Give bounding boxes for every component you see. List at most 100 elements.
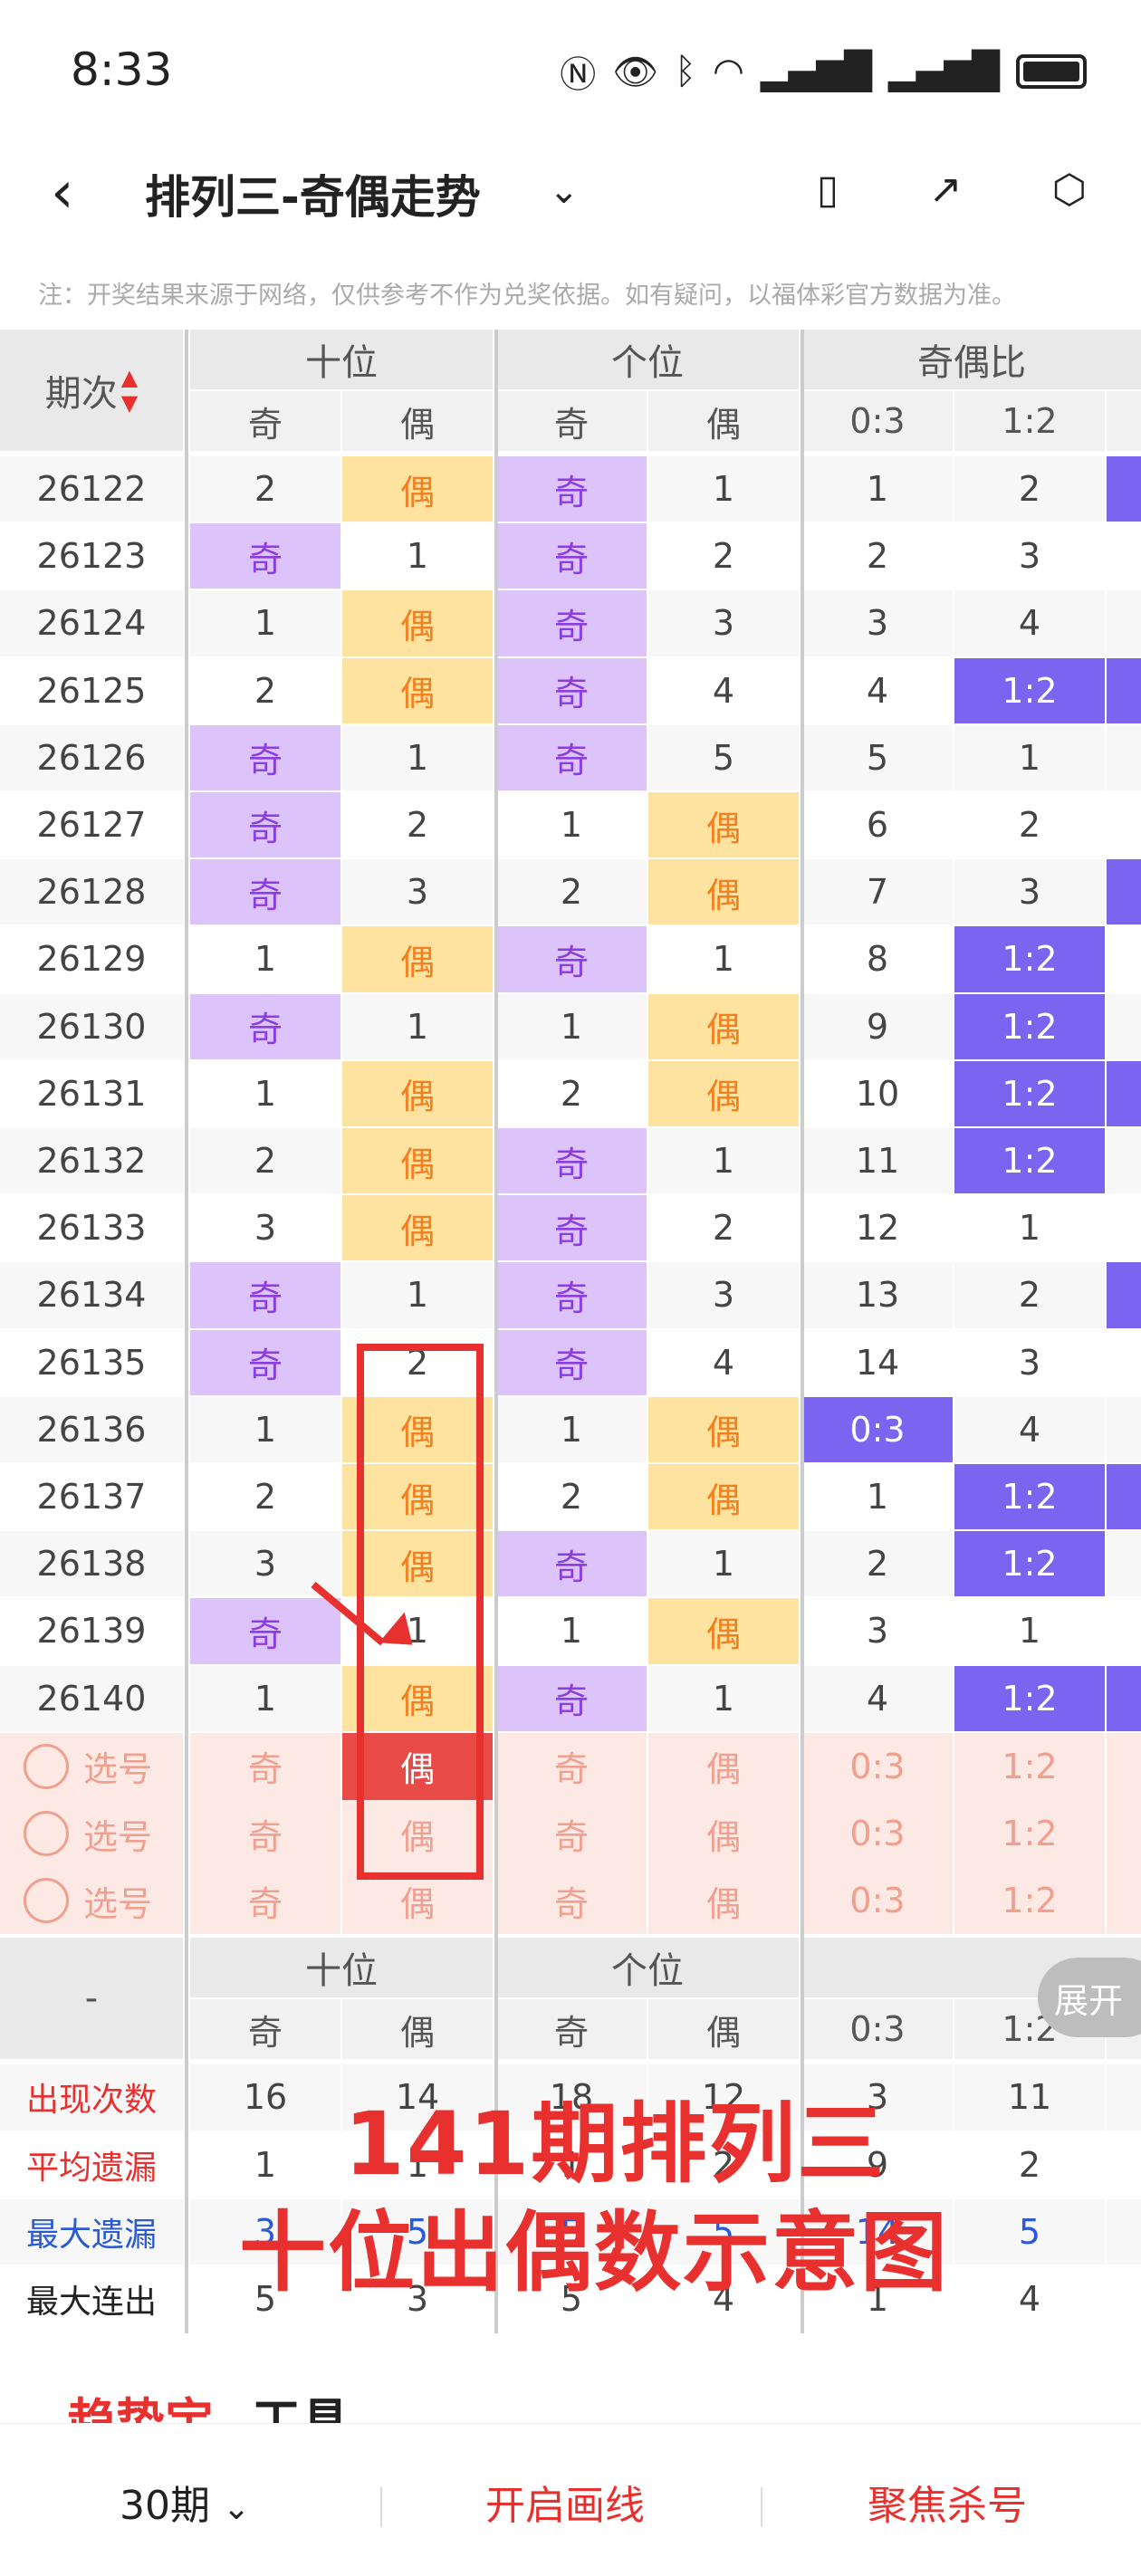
summary-cell-next — [1107, 2131, 1141, 2198]
expand-button[interactable]: 展开 — [1038, 1958, 1141, 2037]
draw-line-button[interactable]: 开启画线 — [485, 2473, 645, 2531]
select-cell[interactable]: 1:2 — [954, 1867, 1105, 1935]
select-cell-next[interactable] — [1107, 1867, 1141, 1935]
select-cell[interactable]: 奇 — [496, 1732, 647, 1800]
period-header[interactable]: 期次 ▲ ▼ — [0, 330, 183, 451]
table-cell: 奇 — [496, 456, 647, 522]
header-units: 个位 — [496, 330, 799, 389]
select-cell[interactable]: 1:2 — [954, 1800, 1105, 1868]
bluetooth-icon: ᛒ — [675, 51, 696, 92]
table-cell: 偶 — [648, 993, 799, 1059]
select-cell[interactable]: 0:3 — [802, 1867, 953, 1935]
table-cell-next — [1107, 993, 1141, 1059]
select-cell[interactable]: 偶 — [648, 1800, 799, 1868]
table-cell: 3 — [954, 1329, 1105, 1395]
select-cell[interactable]: 奇 — [190, 1800, 340, 1868]
select-cell[interactable]: 0:3 — [802, 1732, 953, 1800]
table-cell-next — [1107, 1665, 1141, 1731]
table-cell: 偶 — [342, 657, 493, 723]
table-cell: 1:2 — [954, 1531, 1105, 1597]
highlight-box — [357, 1344, 484, 1880]
eye-icon: 👁 — [612, 51, 658, 93]
select-cell[interactable]: 0:3 — [802, 1800, 953, 1868]
select-cell[interactable]: 奇 — [496, 1800, 647, 1868]
radio-icon[interactable] — [24, 1811, 69, 1857]
table-row-period: 26132 — [0, 1128, 183, 1194]
page-title[interactable]: 排列三-奇偶走势 — [145, 161, 481, 226]
select-cell[interactable]: 1:2 — [954, 1732, 1105, 1800]
table-cell: 1 — [342, 993, 493, 1059]
header-tens-odd: 奇 — [190, 391, 340, 451]
header-ratio-next — [1107, 391, 1141, 451]
select-cell[interactable]: 偶 — [648, 1732, 799, 1800]
header-tens-even: 偶 — [342, 391, 493, 451]
chevron-down-icon[interactable]: ⌄ — [549, 170, 580, 212]
table-cell: 1 — [802, 1464, 953, 1530]
table-cell: 奇 — [190, 993, 340, 1059]
back-icon[interactable]: ‹ — [51, 159, 74, 226]
table-cell: 2 — [802, 1531, 953, 1597]
table-cell: 4 — [648, 657, 799, 723]
table-cell: 2 — [802, 523, 953, 589]
select-cell[interactable]: 偶 — [648, 1867, 799, 1935]
select-cell[interactable]: 奇 — [496, 1867, 647, 1935]
table-cell: 1 — [648, 456, 799, 522]
select-cell[interactable]: 奇 — [190, 1867, 340, 1935]
table-cell: 奇 — [190, 1598, 340, 1664]
select-cell-next[interactable] — [1107, 1800, 1141, 1868]
disclaimer-notice: 注：开奖结果来源于网络，仅供参考不作为兑奖依据。如有疑问，以福体彩官方数据为准。 — [38, 282, 1016, 310]
table-cell: 4 — [954, 1396, 1105, 1462]
table-cell: 奇 — [190, 724, 340, 790]
summary-cell-next — [1107, 2266, 1141, 2332]
header-ratio-03: 0:3 — [802, 391, 953, 451]
share-icon[interactable]: ↗ — [922, 167, 969, 214]
table-cell: 偶 — [648, 859, 799, 925]
select-cell[interactable]: 奇 — [190, 1732, 340, 1800]
sort-icon[interactable]: ▲ ▼ — [121, 365, 138, 416]
table-cell: 奇 — [496, 1128, 647, 1194]
summary-dash: - — [0, 1938, 183, 2060]
table-cell: 偶 — [648, 1060, 799, 1126]
table-cell: 奇 — [190, 1262, 340, 1328]
table-row-period: 26122 — [0, 456, 183, 522]
table-cell: 1 — [342, 1262, 493, 1328]
phone-rotate-icon[interactable]: ▯ — [804, 167, 851, 214]
select-row-label[interactable]: 选号 — [0, 1800, 183, 1868]
table-cell-next — [1107, 859, 1141, 925]
settings-icon[interactable]: ⬡ — [1046, 167, 1093, 214]
select-row-label[interactable]: 选号 — [0, 1867, 183, 1935]
table-cell: 2 — [496, 859, 647, 925]
table-cell: 2 — [954, 792, 1105, 858]
table-cell: 12 — [802, 1195, 953, 1261]
radio-icon[interactable] — [24, 1743, 69, 1789]
table-cell: 奇 — [190, 792, 340, 858]
nfc-icon: Ⓝ — [560, 54, 597, 96]
table-row-period: 26138 — [0, 1531, 183, 1597]
period-select[interactable]: 30期 ⌄ — [120, 2473, 250, 2531]
summary-cell-next — [1107, 2064, 1141, 2131]
signal-icon: ▂▄▆█ — [760, 51, 872, 92]
radio-icon[interactable] — [24, 1878, 69, 1924]
table-cell: 1 — [190, 1665, 340, 1731]
table-cell: 偶 — [648, 1598, 799, 1664]
table-cell-next — [1107, 1464, 1141, 1530]
table-cell: 2 — [190, 657, 340, 723]
table-cell: 14 — [802, 1329, 953, 1395]
table-cell: 3 — [954, 523, 1105, 589]
table-cell: 偶 — [342, 590, 493, 656]
table-cell: 2 — [190, 456, 340, 522]
select-cell-next[interactable] — [1107, 1732, 1141, 1800]
table-row-period: 26126 — [0, 724, 183, 790]
table-cell: 11 — [802, 1128, 953, 1194]
select-row-label[interactable]: 选号 — [0, 1732, 183, 1800]
table-cell: 1 — [190, 1060, 340, 1126]
table-cell: 1 — [954, 1195, 1105, 1261]
table-cell: 1:2 — [954, 1464, 1105, 1530]
table-cell: 1 — [496, 792, 647, 858]
table-cell: 5 — [648, 724, 799, 790]
focus-kill-button[interactable]: 聚焦杀号 — [868, 2473, 1027, 2531]
table-cell-next — [1107, 792, 1141, 858]
table-cell: 0:3 — [802, 1396, 953, 1462]
table-row-period: 26124 — [0, 590, 183, 656]
table-row-period: 26127 — [0, 792, 183, 858]
